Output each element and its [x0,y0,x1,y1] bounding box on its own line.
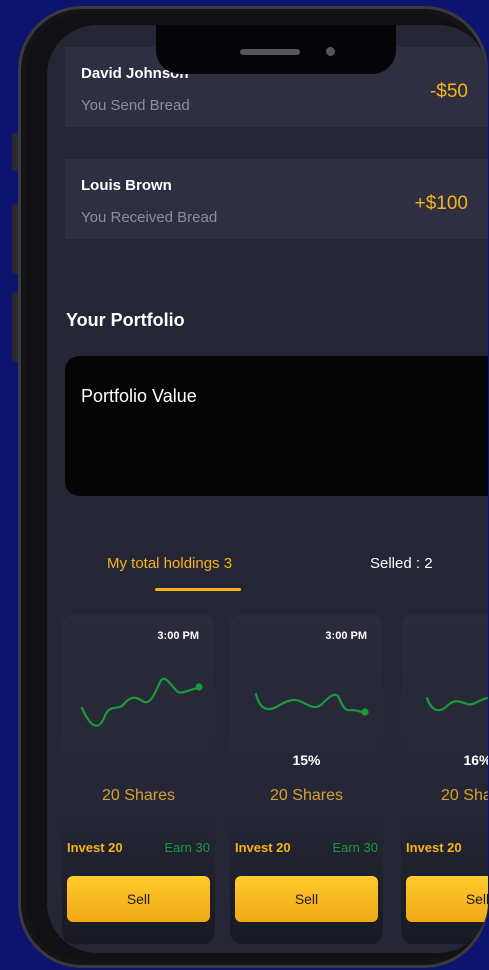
transaction-description: You Received Bread [81,209,218,226]
transaction-name: Louis Brown [81,177,172,194]
section-title: Your Portfolio [66,310,185,330]
card-time: 3:00 PM [325,630,367,642]
sparkline-icon [80,677,203,727]
card-shares: 20 Shares [441,787,488,804]
card-earn: Earn 30 [164,840,210,855]
portfolio-value-label: Portfolio Value [81,386,197,406]
phone-frame: David Johnson You Send Bread -$50 Louis … [18,6,488,968]
speaker-grille [240,49,300,55]
active-tab-indicator [155,588,241,591]
transaction-description: You Send Bread [81,97,190,114]
phone-notch [156,25,396,74]
portfolio-value-card[interactable]: Portfolio Value [65,356,488,496]
tab-total-holdings[interactable]: My total holdings 3 [107,555,232,572]
sparkline-icon [254,692,369,716]
card-invest: Invest 20 [67,840,123,855]
transaction-amount: -$50 [429,81,468,102]
sparkline-icon [425,696,488,712]
sell-button[interactable]: Sell [235,876,378,922]
card-percent: 16% [463,752,488,768]
front-camera [326,47,335,56]
card-invest: Invest 20 [235,840,291,855]
app-screen: David Johnson You Send Bread -$50 Louis … [47,25,488,953]
card-invest: Invest 20 [406,840,462,855]
card-time: 3:00 PM [157,630,199,642]
sell-button[interactable]: Sell [406,876,488,922]
card-earn: Earn 30 [332,840,378,855]
transaction-amount: +$100 [414,193,468,214]
sell-button[interactable]: Sell [67,876,210,922]
card-shares: 20 Shares [102,787,175,804]
holding-card[interactable]: 16% 20 Shares Invest 20 Sell [401,614,488,944]
transaction-row[interactable]: Louis Brown You Received Bread +$100 [65,159,488,239]
holding-card[interactable]: 3:00 PM 20 Shares Invest 20 Earn 30 Sell [62,614,215,944]
tab-selled[interactable]: Selled : 2 [370,555,433,572]
card-percent: 15% [292,752,321,768]
card-shares: 20 Shares [270,787,343,804]
holding-card[interactable]: 3:00 PM 15% 20 Shares Invest 20 Earn 30 … [230,614,383,944]
